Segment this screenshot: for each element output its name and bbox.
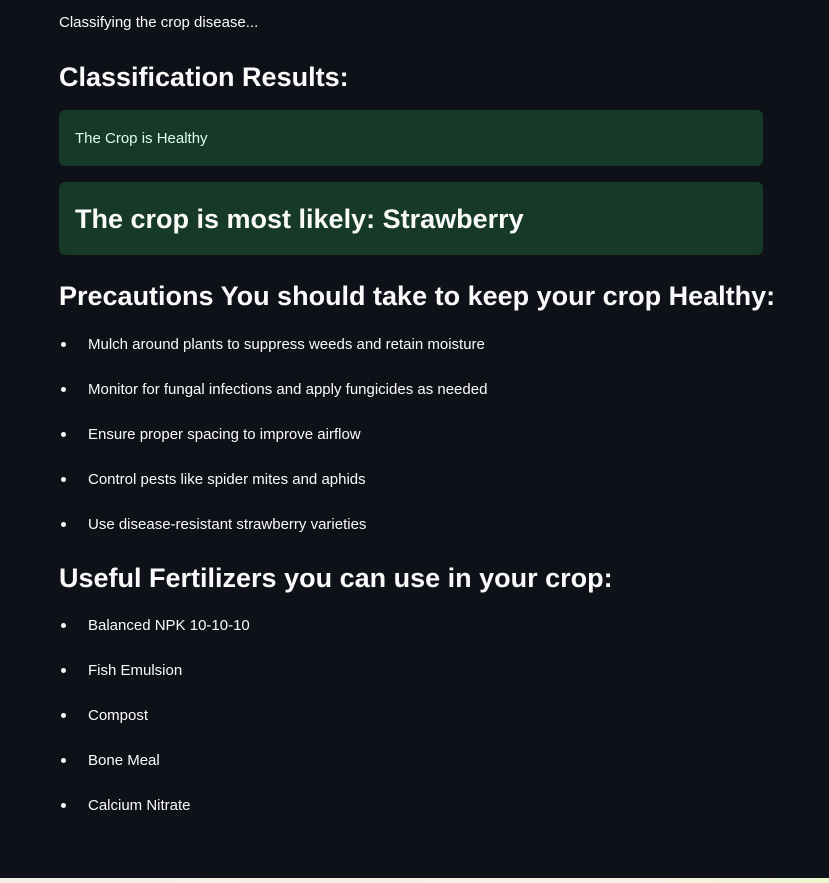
results-heading: Classification Results:: [59, 62, 349, 92]
bottom-strip: [0, 878, 829, 883]
precautions-heading: Precautions You should take to keep your…: [59, 281, 776, 311]
bullet-icon: [61, 477, 66, 482]
health-status-alert: The Crop is Healthy: [59, 110, 763, 166]
status-text: Classifying the crop disease...: [59, 14, 259, 31]
health-status-text: The Crop is Healthy: [75, 129, 208, 147]
bullet-icon: [61, 623, 66, 628]
bullet-icon: [61, 758, 66, 763]
crop-prediction-text: The crop is most likely: Strawberry: [75, 203, 524, 234]
bullet-icon: [61, 668, 66, 673]
bullet-icon: [61, 713, 66, 718]
bullet-icon: [61, 342, 66, 347]
bullet-icon: [61, 803, 66, 808]
fertilizers-heading: Useful Fertilizers you can use in your c…: [59, 563, 613, 593]
bullet-icon: [61, 522, 66, 527]
bullet-icon: [61, 387, 66, 392]
bullet-icon: [61, 432, 66, 437]
crop-prediction-alert: The crop is most likely: Strawberry: [59, 182, 763, 255]
